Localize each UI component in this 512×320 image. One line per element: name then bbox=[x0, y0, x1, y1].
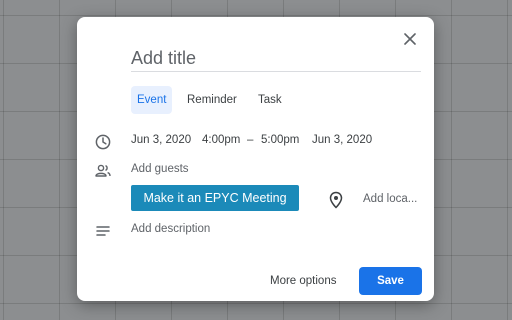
epyc-meeting-button[interactable]: Make it an EPYC Meeting bbox=[131, 185, 299, 211]
save-button[interactable]: Save bbox=[359, 267, 422, 295]
location-pin-icon bbox=[329, 191, 343, 209]
start-time[interactable]: 4:00pm bbox=[202, 134, 240, 146]
tab-reminder[interactable]: Reminder bbox=[181, 86, 243, 114]
title-input[interactable] bbox=[131, 45, 421, 72]
end-date[interactable]: Jun 3, 2020 bbox=[312, 134, 372, 146]
close-icon bbox=[404, 33, 416, 45]
time-separator: – bbox=[247, 134, 254, 146]
more-options-button[interactable]: More options bbox=[270, 275, 336, 287]
end-time[interactable]: 5:00pm bbox=[261, 134, 299, 146]
event-dialog: Event Reminder Task Jun 3, 2020 4:00pm –… bbox=[77, 17, 434, 301]
add-location-field[interactable]: Add loca... bbox=[363, 193, 417, 205]
start-date[interactable]: Jun 3, 2020 bbox=[131, 134, 191, 146]
add-guests-field[interactable]: Add guests bbox=[131, 163, 189, 175]
description-lines-icon bbox=[96, 226, 110, 236]
people-icon bbox=[95, 164, 111, 177]
tab-event[interactable]: Event bbox=[131, 86, 173, 114]
tab-task[interactable]: Task bbox=[252, 86, 288, 114]
add-description-field[interactable]: Add description bbox=[131, 223, 210, 235]
clock-icon bbox=[95, 134, 111, 150]
